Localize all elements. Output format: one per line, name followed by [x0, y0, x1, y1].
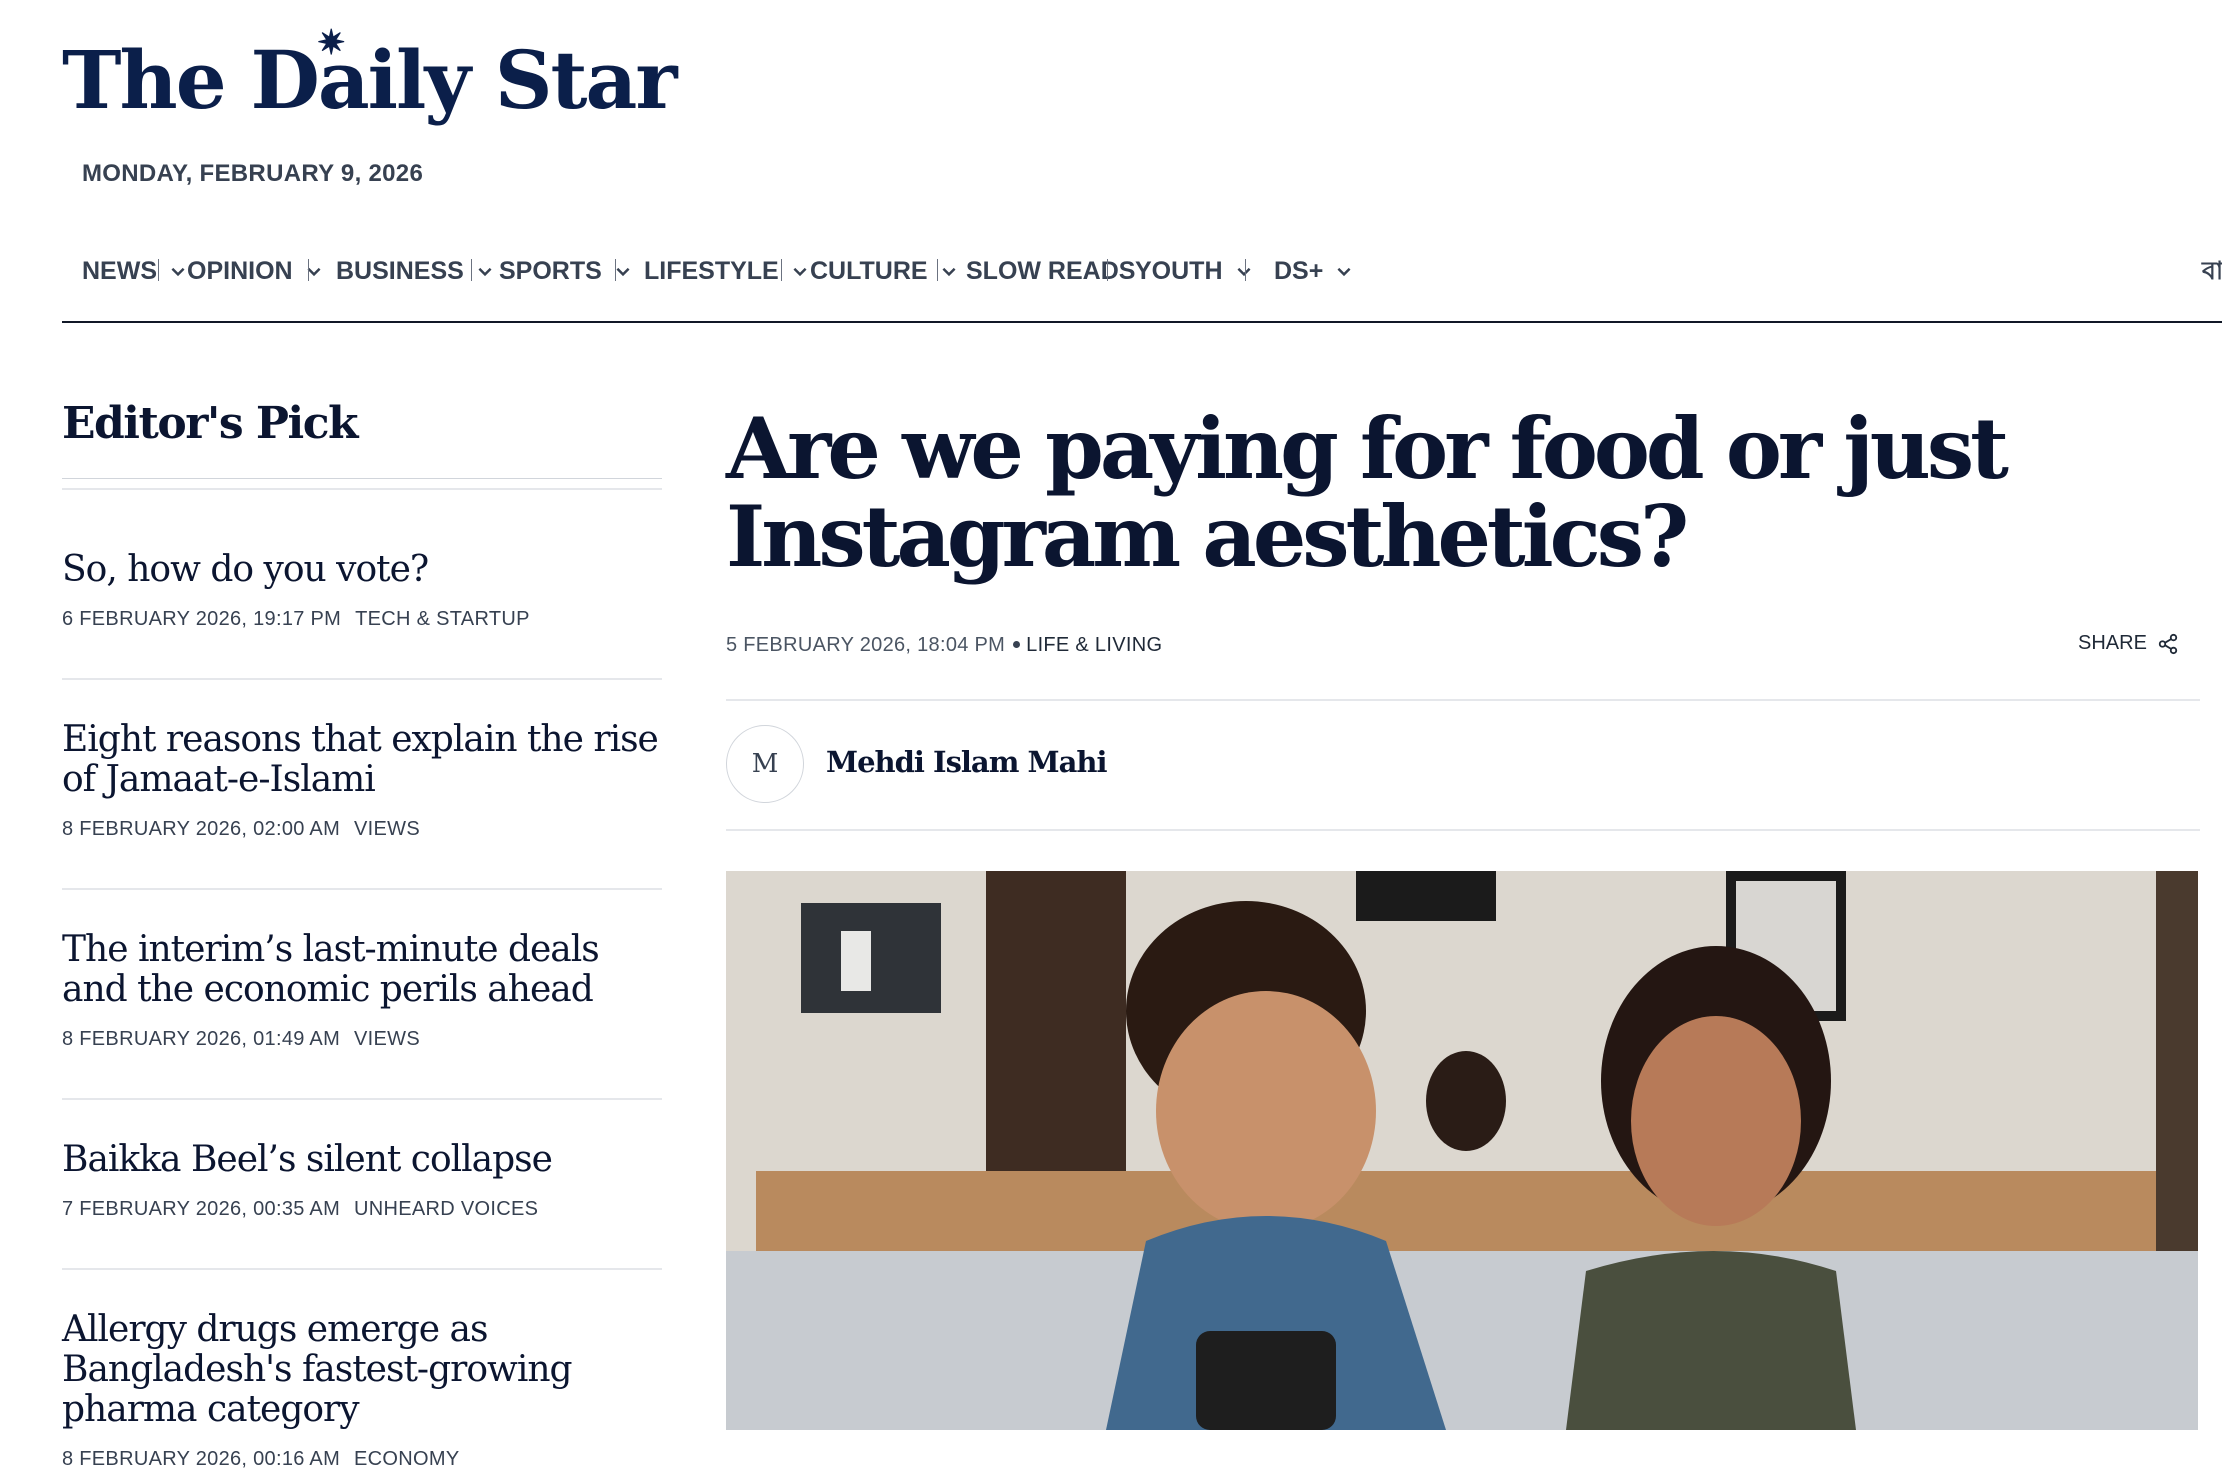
- nav-item-opinion[interactable]: OPINION: [187, 251, 323, 291]
- nav-label: DS+: [1274, 256, 1324, 285]
- article-headline: Are we paying for food or just Instagram…: [726, 399, 2009, 586]
- editors-pick-title-link[interactable]: Eight reasons that explain the rise of J…: [62, 720, 662, 800]
- item-date: 8 FEBRUARY 2026, 00:16 AM: [62, 1448, 341, 1470]
- logo-text: The Daily Star: [62, 33, 677, 127]
- chevron-down-icon: [1337, 267, 1351, 277]
- article-hero-image: [726, 871, 2198, 1430]
- item-date: 8 FEBRUARY 2026, 02:00 AM: [62, 818, 341, 840]
- site-logo[interactable]: The Daily Star ✷: [62, 26, 677, 130]
- language-switch-bangla[interactable]: বা: [2202, 251, 2222, 291]
- nav-item-ds-plus[interactable]: DS+: [1274, 251, 1353, 291]
- chevron-down-icon: [478, 267, 492, 277]
- current-date: MONDAY, FEBRUARY 9, 2026: [82, 160, 424, 187]
- chevron-down-icon: [1236, 267, 1251, 277]
- item-category-link[interactable]: VIEWS: [354, 1028, 420, 1050]
- editors-pick-title-link[interactable]: So, how do you vote?: [62, 550, 662, 590]
- nav-item-youth[interactable]: YOUTH: [1135, 251, 1253, 291]
- item-category-link[interactable]: TECH & STARTUP: [355, 608, 530, 630]
- editors-pick-title-link[interactable]: Baikka Beel’s silent collapse: [62, 1140, 662, 1180]
- editors-pick-item: The interim’s last-minute deals and the …: [62, 930, 662, 1051]
- nav-item-lifestyle[interactable]: LIFESTYLE: [644, 251, 809, 291]
- nav-label: SLOW READS: [966, 256, 1136, 285]
- editors-pick-heading: Editor's Pick: [62, 398, 359, 449]
- editors-pick-item: So, how do you vote? 6 FEBRUARY 2026, 19…: [62, 550, 662, 631]
- article-meta: 5 FEBRUARY 2026, 18:04 PM LIFE & LIVING: [726, 634, 1162, 657]
- nav-divider: [615, 259, 616, 281]
- nav-divider: [471, 259, 472, 281]
- share-button[interactable]: SHARE: [2078, 632, 2179, 655]
- chevron-down-icon: [171, 267, 185, 277]
- editors-pick-item: Allergy drugs emerge as Bangladesh's fas…: [62, 1310, 662, 1471]
- editors-pick-title-link[interactable]: Allergy drugs emerge as Bangladesh's fas…: [62, 1310, 662, 1430]
- chevron-down-icon: [616, 267, 630, 277]
- nav-label: SPORTS: [499, 256, 602, 285]
- share-label: SHARE: [2078, 632, 2147, 654]
- nav-divider: [1245, 259, 1246, 281]
- star-emblem-icon: ✷: [317, 23, 345, 63]
- editors-pick-item: Eight reasons that explain the rise of J…: [62, 720, 662, 841]
- item-category-link[interactable]: ECONOMY: [354, 1448, 459, 1470]
- nav-label: NEWS: [82, 256, 157, 285]
- author-avatar[interactable]: M: [726, 725, 804, 803]
- divider: [62, 1268, 662, 1270]
- share-icon: [2158, 633, 2178, 654]
- item-date: 6 FEBRUARY 2026, 19:17 PM: [62, 608, 342, 630]
- nav-divider: [937, 259, 938, 281]
- divider: [62, 678, 662, 680]
- nav-item-slow-reads[interactable]: SLOW READS: [966, 251, 1135, 291]
- nav-label: YOUTH: [1135, 256, 1223, 285]
- article-date: 5 FEBRUARY 2026, 18:04 PM: [726, 634, 1006, 656]
- editors-pick-title-link[interactable]: The interim’s last-minute deals and the …: [62, 930, 662, 1010]
- nav-divider: [158, 259, 159, 281]
- nav-label: OPINION: [187, 256, 293, 285]
- divider: [62, 478, 662, 479]
- chevron-down-icon: [793, 267, 807, 277]
- nav-label: BUSINESS: [336, 256, 464, 285]
- nav-label: CULTURE: [810, 256, 928, 285]
- item-date: 8 FEBRUARY 2026, 01:49 AM: [62, 1028, 341, 1050]
- article-category-link[interactable]: LIFE & LIVING: [1026, 634, 1162, 656]
- item-category-link[interactable]: VIEWS: [354, 818, 420, 840]
- nav-item-culture[interactable]: CULTURE: [810, 251, 958, 291]
- separator-dot: [1013, 640, 1021, 648]
- editors-pick-item: Baikka Beel’s silent collapse 7 FEBRUARY…: [62, 1140, 662, 1221]
- nav-divider: [781, 259, 782, 281]
- nav-item-sports[interactable]: SPORTS: [499, 251, 632, 291]
- nav-divider: [1107, 259, 1108, 281]
- divider: [62, 888, 662, 890]
- main-nav: NEWS OPINION BUSINESS SPORTS LIFESTYLE C…: [62, 245, 2222, 323]
- divider: [726, 699, 2200, 701]
- item-category-link[interactable]: UNHEARD VOICES: [354, 1198, 538, 1220]
- divider: [62, 488, 662, 490]
- divider: [62, 1098, 662, 1100]
- chevron-down-icon: [942, 267, 956, 277]
- nav-item-news[interactable]: NEWS: [82, 251, 187, 291]
- nav-label: LIFESTYLE: [644, 256, 779, 285]
- author-name-link[interactable]: Mehdi Islam Mahi: [826, 745, 1107, 779]
- nav-divider: [308, 259, 309, 281]
- item-date: 7 FEBRUARY 2026, 00:35 AM: [62, 1198, 341, 1220]
- divider: [726, 829, 2200, 831]
